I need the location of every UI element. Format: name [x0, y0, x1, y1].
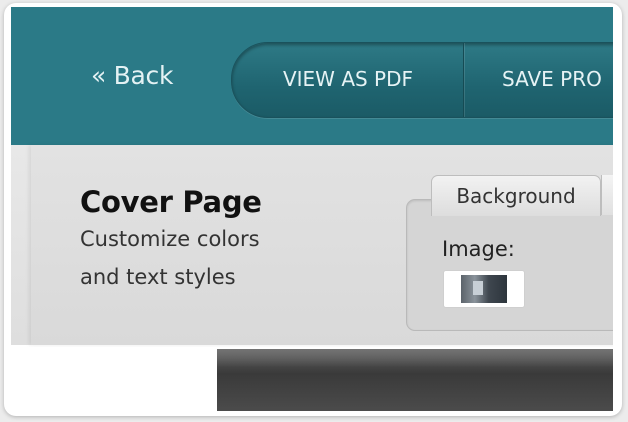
background-image-thumbnail — [461, 275, 507, 303]
save-button[interactable]: SAVE PRO — [466, 43, 613, 117]
page-subtitle-line1: Customize colors — [80, 227, 260, 251]
tab-background[interactable]: Background — [431, 175, 601, 216]
image-label: Image: — [442, 237, 515, 261]
viewport: « Back VIEW AS PDF SAVE PRO Cover Page C… — [11, 7, 613, 411]
back-link[interactable]: « Back — [91, 61, 173, 90]
page-subtitle-line2: and text styles — [80, 265, 236, 289]
nav-divider — [463, 43, 464, 117]
header-bar: « Back VIEW AS PDF SAVE PRO — [11, 7, 613, 145]
view-as-pdf-button[interactable]: VIEW AS PDF — [232, 43, 464, 117]
background-image-picker[interactable] — [443, 270, 525, 308]
tab-next[interactable] — [601, 175, 613, 215]
background-settings-box — [406, 199, 613, 331]
nav-button-group: VIEW AS PDF SAVE PRO — [231, 42, 613, 118]
page-title: Cover Page — [80, 185, 262, 219]
app-window: « Back VIEW AS PDF SAVE PRO Cover Page C… — [4, 3, 622, 416]
cover-preview-image — [217, 349, 613, 411]
